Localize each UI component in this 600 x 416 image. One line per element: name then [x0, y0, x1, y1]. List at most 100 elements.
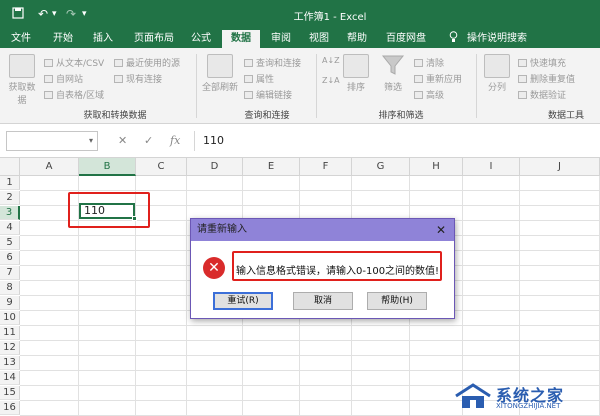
group-queries: 查询和连接 [244, 111, 290, 121]
remove-duplicates-button[interactable]: 删除重复值 [518, 72, 575, 85]
remove-duplicates-icon [518, 75, 527, 83]
group-get-transform: 获取和转换数据 [83, 111, 147, 121]
active-cell-value: 110 [84, 204, 105, 217]
query-icon [244, 59, 253, 67]
row-header-1[interactable]: 1 [0, 176, 20, 190]
window-title: 工作簿1 - Excel [293, 12, 367, 23]
web-icon [44, 75, 53, 83]
dialog-title: 请重新输入 [197, 224, 247, 235]
formula-bar: ▾ ✕ ✓ fx 110 [0, 124, 600, 158]
from-web-button[interactable]: 自网站 [44, 72, 83, 85]
row-header-14[interactable]: 14 [0, 371, 20, 385]
split-columns-icon [484, 54, 510, 78]
row-header-13[interactable]: 13 [0, 356, 20, 370]
from-table-button[interactable]: 自表格/区域 [44, 88, 104, 101]
enter-icon[interactable]: ✓ [144, 134, 153, 147]
column-header-d[interactable]: D [187, 158, 243, 176]
active-cell[interactable]: 110 [79, 203, 137, 221]
row-header-12[interactable]: 12 [0, 341, 20, 355]
column-header-h[interactable]: H [410, 158, 463, 176]
tab-view[interactable]: 视图 [304, 30, 334, 48]
column-header-f[interactable]: F [300, 158, 352, 176]
help-button[interactable]: 帮助(H) [367, 292, 427, 310]
split-columns-button[interactable]: 分列 [482, 54, 512, 93]
column-header-c[interactable]: C [136, 158, 187, 176]
clear-icon [414, 59, 423, 67]
select-all-corner[interactable] [0, 158, 20, 176]
advanced-filter-icon [414, 91, 423, 99]
row-header-6[interactable]: 6 [0, 251, 20, 265]
column-header-g[interactable]: G [352, 158, 410, 176]
cancel-icon[interactable]: ✕ [118, 134, 127, 147]
data-validation-icon [518, 91, 527, 99]
tab-baidu-netdisk[interactable]: 百度网盘 [378, 30, 434, 48]
row-header-16[interactable]: 16 [0, 401, 20, 415]
recent-sources-button[interactable]: 最近使用的源 [114, 56, 180, 69]
filter-button[interactable]: 筛选 [378, 54, 408, 93]
row-header-7[interactable]: 7 [0, 266, 20, 280]
lightbulb-icon[interactable] [446, 30, 460, 48]
fill-handle[interactable] [132, 216, 137, 221]
database-icon [9, 54, 35, 78]
edit-links-button[interactable]: 编辑链接 [244, 88, 292, 101]
sort-descending-button[interactable]: Z↓A [322, 76, 340, 85]
sort-ascending-button[interactable]: A↓Z [322, 56, 340, 65]
dialog-title-bar[interactable]: 请重新输入 [191, 219, 454, 241]
get-data-button[interactable]: 获取数据 [6, 54, 38, 106]
table-icon [44, 91, 53, 99]
refresh-icon [207, 54, 233, 78]
refresh-all-button[interactable]: 全部刷新 [200, 54, 240, 93]
advanced-button[interactable]: 高级 [414, 88, 444, 101]
chevron-down-icon[interactable]: ▾ [89, 136, 93, 145]
ribbon-divider [196, 54, 197, 118]
row-header-9[interactable]: 9 [0, 296, 20, 310]
refresh-all-label: 全部刷新 [201, 83, 238, 93]
existing-connections-button[interactable]: 现有连接 [114, 72, 162, 85]
tab-review[interactable]: 审阅 [266, 30, 296, 48]
split-columns-label: 分列 [487, 83, 506, 93]
name-box[interactable]: ▾ [6, 131, 98, 151]
tab-data[interactable]: 数据 [222, 30, 260, 48]
column-header-b[interactable]: B [79, 158, 136, 176]
row-header-15[interactable]: 15 [0, 386, 20, 400]
advanced-label: 高级 [426, 91, 445, 101]
dialog-message: 输入信息格式错误，请输入0-100之间的数值! [236, 266, 440, 277]
retry-button[interactable]: 重试(R) [213, 292, 273, 310]
from-text-csv-button[interactable]: 从文本/CSV [44, 56, 104, 69]
row-header-5[interactable]: 5 [0, 236, 20, 250]
row-header-2[interactable]: 2 [0, 191, 20, 205]
funnel-icon [380, 54, 406, 78]
tab-help[interactable]: 帮助 [342, 30, 372, 48]
tab-insert[interactable]: 插入 [88, 30, 118, 48]
queries-connections-button[interactable]: 查询和连接 [244, 56, 301, 69]
ribbon-divider [316, 54, 317, 118]
data-validation-button[interactable]: 数据验证 [518, 88, 566, 101]
tab-page-layout[interactable]: 页面布局 [128, 30, 180, 48]
clear-label: 清除 [426, 59, 445, 69]
formula-input[interactable]: 110 [194, 131, 594, 151]
properties-button[interactable]: 属性 [244, 72, 274, 85]
tell-me-search[interactable]: 操作说明搜索 [462, 30, 532, 48]
row-gridline [20, 370, 600, 371]
column-header-e[interactable]: E [243, 158, 300, 176]
row-header-10[interactable]: 10 [0, 311, 20, 325]
close-icon[interactable]: ✕ [436, 219, 446, 241]
column-header-i[interactable]: I [463, 158, 520, 176]
row-gridline [20, 355, 600, 356]
cancel-button[interactable]: 取消 [293, 292, 353, 310]
row-header-11[interactable]: 11 [0, 326, 20, 340]
row-header-4[interactable]: 4 [0, 221, 20, 235]
tab-file[interactable]: 文件 [6, 30, 36, 48]
reapply-button[interactable]: 重新应用 [414, 72, 462, 85]
insert-function-icon[interactable]: fx [170, 134, 180, 147]
sort-button[interactable]: 排序 [342, 54, 370, 93]
column-header-j[interactable]: J [520, 158, 600, 176]
row-header-8[interactable]: 8 [0, 281, 20, 295]
tab-formulas[interactable]: 公式 [186, 30, 216, 48]
clear-button[interactable]: 清除 [414, 56, 444, 69]
tab-home[interactable]: 开始 [48, 30, 78, 48]
house-logo-icon [455, 383, 491, 408]
column-header-a[interactable]: A [20, 158, 79, 176]
flash-fill-button[interactable]: 快速填充 [518, 56, 566, 69]
row-header-3[interactable]: 3 [0, 206, 20, 220]
